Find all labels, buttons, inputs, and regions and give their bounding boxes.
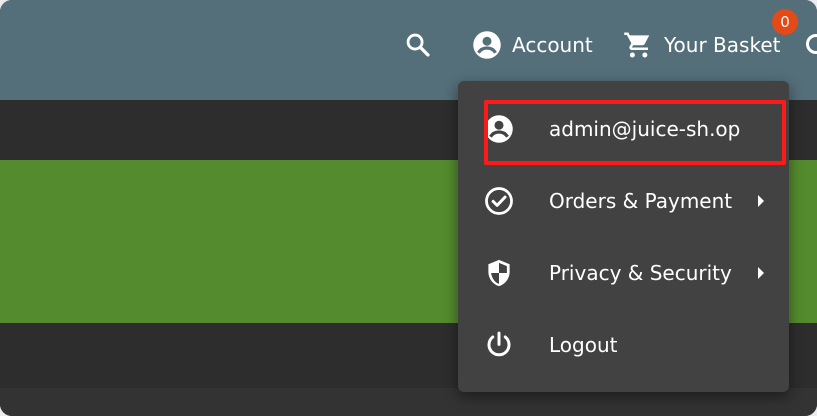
language-icon[interactable]	[806, 34, 817, 54]
highlight-box	[484, 100, 786, 165]
basket-count-badge: 0	[772, 9, 798, 35]
orders-payment-label: Orders & Payment	[549, 189, 733, 213]
chevron-right-icon	[758, 267, 764, 279]
account-label: Account	[512, 33, 593, 57]
search-icon	[406, 33, 430, 57]
chevron-right-icon	[758, 195, 764, 207]
menu-item-orders-payment[interactable]: Orders & Payment	[458, 165, 789, 237]
app-window: Account Your Basket 0 admin@juice-sh.op	[0, 0, 817, 416]
shield-icon	[488, 259, 510, 287]
check-circle-icon	[485, 187, 513, 215]
privacy-security-label: Privacy & Security	[549, 261, 732, 285]
basket-label: Your Basket	[664, 33, 781, 57]
content-footer-band	[0, 388, 817, 416]
menu-item-privacy-security[interactable]: Privacy & Security	[458, 237, 789, 309]
search-button[interactable]	[404, 30, 432, 60]
account-circle-icon	[473, 31, 501, 59]
basket-button[interactable]: Your Basket	[623, 30, 780, 60]
shopping-cart-icon	[624, 32, 650, 58]
logout-label: Logout	[549, 333, 618, 357]
menu-item-logout[interactable]: Logout	[458, 309, 789, 381]
account-button[interactable]: Account	[472, 30, 593, 60]
power-icon	[487, 331, 511, 357]
